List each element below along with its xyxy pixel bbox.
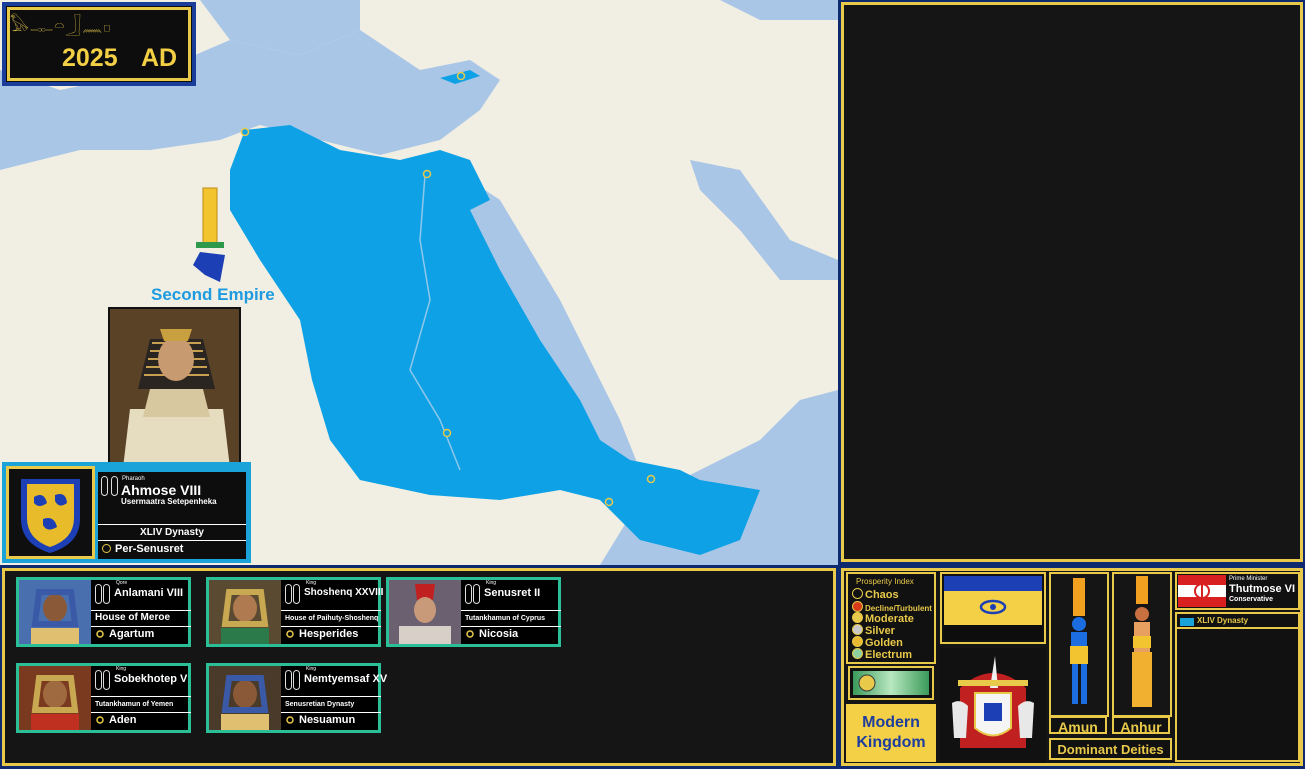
party-flag-icon (1178, 575, 1226, 607)
vassal-house: Senusretian Dynasty (285, 701, 355, 708)
cartouche-icon (111, 476, 118, 496)
parliament-box: XLIV Dynasty (1175, 612, 1300, 762)
vassal-city: Nesuamun (299, 714, 356, 726)
deity-anhur-frame (1112, 572, 1172, 717)
cartouche-icon (103, 584, 110, 604)
vassal-name: Anlamani VIII (114, 587, 184, 599)
prosperity-level-chaos: Chaos (852, 588, 899, 601)
vassal-card[interactable]: King Senusret II Tutankhamun of Cyprus N… (386, 577, 561, 647)
year-value: 2025 (62, 44, 118, 72)
ruler-throne-name: Usermaatra Setepenheka (121, 497, 217, 506)
cartouche-icon (293, 670, 300, 690)
sun-icon (102, 544, 111, 553)
national-flag-icon (944, 576, 1042, 640)
vassal-name: Senusret II (484, 587, 541, 599)
royal-coat-of-arms-icon (952, 656, 1034, 748)
party-name: XLIV Dynasty (1197, 616, 1249, 625)
sun-icon (286, 630, 294, 638)
vassal-portrait (19, 580, 91, 644)
period-label: Modern Kingdom (856, 714, 926, 751)
sun-icon (96, 630, 104, 638)
shield-icon (21, 479, 80, 553)
sun-icon (96, 716, 104, 724)
prosperity-title: Prosperity Index (856, 577, 914, 586)
vassal-house: House of Paihuty-Shoshenq (285, 615, 379, 622)
deity-anhur-label: Anhur (1112, 716, 1170, 735)
vassal-city: Aden (109, 714, 137, 726)
ruler-name: Ahmose VIII (121, 482, 202, 498)
cartouche-icon (473, 584, 480, 604)
prosperity-index: Prosperity Index Chaos Decline/Turbulent… (846, 572, 936, 664)
vassal-city: Nicosia (479, 628, 519, 640)
ruler-dynasty: XLIV Dynasty (140, 527, 204, 538)
prosperity-indicator (848, 666, 934, 700)
ruler-info: Pharaoh Ahmose VIII Usermaatra Setepenhe… (98, 472, 246, 559)
vassal-card[interactable]: King Sobekhotep V Tutankhamun of Yemen A… (16, 663, 191, 733)
vassal-title: King (306, 580, 317, 586)
vassal-title: King (486, 580, 497, 586)
vassal-card[interactable]: King Nemtyemsaf XV Senusretian Dynasty N… (206, 663, 387, 733)
vassal-name: Shoshenq XXVIII (304, 587, 384, 598)
hieroglyph-title: 𓅃𓊃𓏏𓃀𓈖𓊪 (10, 16, 112, 36)
ruler-capital: Per-Senusret (115, 543, 184, 555)
vassal-house: Tutankhamun of Yemen (95, 701, 174, 708)
vassal-name: Sobekhotep V (114, 673, 188, 685)
vassal-card[interactable]: Qore Anlamani VIII House of Meroe Agartu… (16, 577, 191, 647)
cartouche-icon (101, 476, 108, 496)
vassal-portrait (19, 666, 91, 730)
era-label: AD (141, 44, 178, 72)
anhur-figure-icon (1132, 576, 1152, 707)
coat-of-arms-frame (940, 648, 1046, 763)
vassal-city: Agartum (109, 628, 155, 640)
cartouche-icon (285, 670, 292, 690)
vassal-card[interactable]: King Shoshenq XXVIII House of Paihuty-Sh… (206, 577, 384, 647)
vassal-title: Qore (116, 580, 128, 586)
amun-figure-icon (1070, 578, 1088, 704)
prime-minister-box: Prime Minister Thutmose VI Conservative (1175, 572, 1300, 610)
vassal-portrait (209, 666, 281, 730)
deity-amun-label: Amun (1049, 716, 1107, 735)
pharaoh-portrait (108, 307, 241, 466)
cartouche-icon (103, 670, 110, 690)
cartouche-icon (285, 584, 292, 604)
flag-frame (940, 572, 1046, 644)
coat-of-arms-frame (6, 466, 95, 559)
cartouche-icon (95, 670, 102, 690)
vassal-house: Tutankhamun of Cyprus (465, 615, 545, 622)
pm-name: Thutmose VI (1229, 583, 1296, 595)
vassal-title: King (306, 666, 317, 672)
vassal-house: House of Meroe (95, 612, 171, 623)
sun-icon (466, 630, 474, 638)
prosperity-level-electrum: Electrum (852, 648, 912, 661)
deity-amun-frame (1049, 572, 1109, 717)
vassal-portrait (209, 580, 281, 644)
vassal-portrait (389, 580, 461, 644)
party-color-swatch (1180, 618, 1194, 626)
empire-name-label: Second Empire (151, 285, 275, 304)
empty-info-panel (841, 2, 1303, 562)
vassal-name: Nemtyemsaf XV (304, 673, 388, 685)
cartouche-icon (465, 584, 472, 604)
vassal-title: King (116, 666, 127, 672)
vassal-city: Hesperides (299, 628, 359, 640)
pm-party: Conservative (1229, 596, 1273, 603)
dominant-deities-label: Dominant Deities (1049, 738, 1172, 760)
cartouche-icon (95, 584, 102, 604)
cartouche-icon (293, 584, 300, 604)
vassals-panel: Qore Anlamani VIII House of Meroe Agartu… (2, 568, 836, 766)
sun-icon (286, 716, 294, 724)
pm-title: Prime Minister (1229, 576, 1268, 582)
